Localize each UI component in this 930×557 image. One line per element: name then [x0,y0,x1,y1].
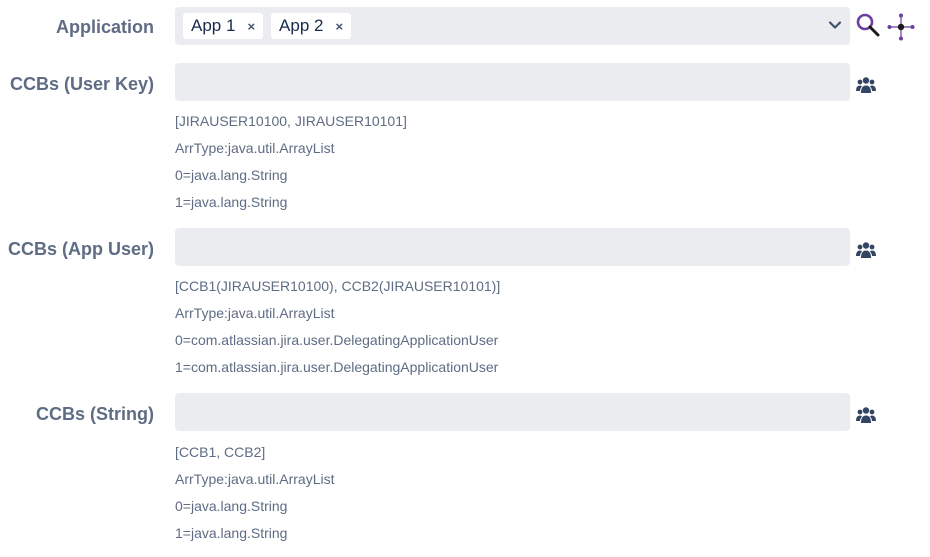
issue-form: Application App 1 × App 2 × CCBs (User K… [0,0,930,557]
ccbs-string-info-2: 0=java.lang.String [175,498,288,514]
chevron-down-icon[interactable] [828,18,842,32]
application-chips: App 1 × App 2 × [183,13,352,39]
chip-label: App 1 [191,16,236,35]
ccbs-string-info-3: 1=java.lang.String [175,525,288,541]
ccbs-app-user-info-0: [CCB1(JIRAUSER10100), CCB2(JIRAUSER10101… [175,278,501,294]
graph-icon[interactable] [886,12,916,42]
ccbs-app-user-info-1: ArrType:java.util.ArrayList [175,305,335,321]
chip-label: App 2 [279,16,324,35]
users-icon[interactable] [856,406,876,424]
chip-app-1: App 1 × [183,13,264,39]
ccbs-app-user-input[interactable] [175,228,850,266]
ccbs-user-key-label: CCBs (User Key) [9,74,154,94]
ccbs-user-key-info-2: 0=java.lang.String [175,167,288,183]
users-icon[interactable] [856,76,876,94]
ccbs-string-input[interactable] [175,393,850,431]
chip-app-2: App 2 × [271,13,352,39]
chip-remove-button[interactable]: × [335,19,343,34]
ccbs-user-key-info-3: 1=java.lang.String [175,194,288,210]
chip-remove-button[interactable]: × [247,19,255,34]
users-icon[interactable] [856,241,876,259]
search-icon[interactable] [854,12,882,40]
ccbs-user-key-info-0: [JIRAUSER10100, JIRAUSER10101] [175,113,407,129]
ccbs-string-label: CCBs (String) [36,404,154,424]
ccbs-app-user-label: CCBs (App User) [7,239,154,259]
ccbs-string-info-1: ArrType:java.util.ArrayList [175,471,335,487]
ccbs-app-user-info-2: 0=com.atlassian.jira.user.DelegatingAppl… [175,332,499,348]
application-label: Application [56,17,154,37]
application-select[interactable]: App 1 × App 2 × [175,7,850,45]
ccbs-app-user-info-3: 1=com.atlassian.jira.user.DelegatingAppl… [175,359,499,375]
ccbs-string-info-0: [CCB1, CCB2] [175,444,266,460]
ccbs-user-key-input[interactable] [175,63,850,101]
ccbs-user-key-info-1: ArrType:java.util.ArrayList [175,140,335,156]
